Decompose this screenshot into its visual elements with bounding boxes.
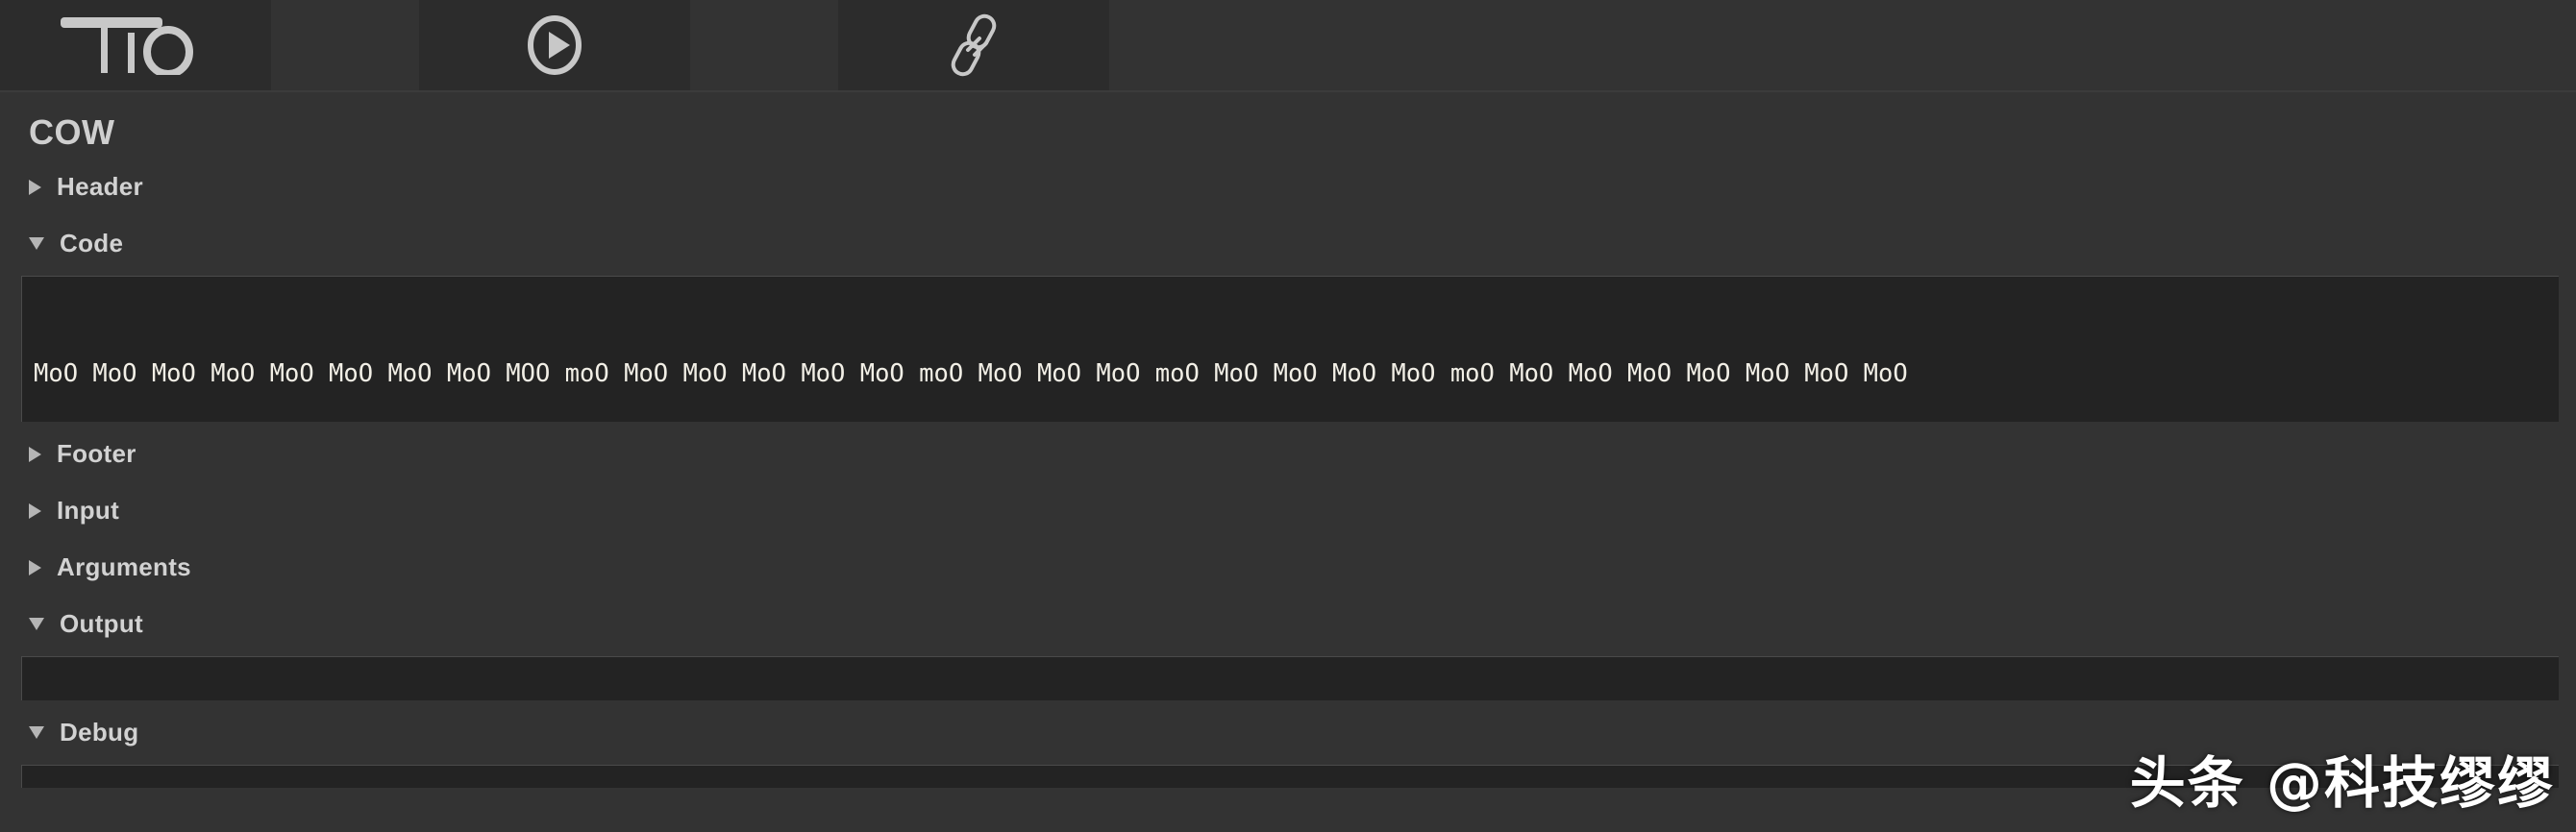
- section-code[interactable]: Code: [0, 215, 2576, 272]
- tio-logo-button[interactable]: [0, 0, 271, 90]
- section-debug-label: Debug: [60, 718, 139, 747]
- chevron-right-icon: [29, 559, 41, 575]
- toolbar-gap-3: [1109, 0, 2576, 90]
- top-toolbar: [0, 0, 2576, 92]
- tio-app: COW Header Code MoO MoO MoO MoO MoO MoO …: [0, 0, 2576, 832]
- chevron-right-icon: [29, 502, 41, 519]
- chevron-down-icon: [29, 618, 44, 631]
- link-button[interactable]: [838, 0, 1109, 90]
- section-input-label: Input: [57, 496, 120, 526]
- debug-pane[interactable]: [21, 765, 2559, 789]
- section-debug[interactable]: Debug: [0, 704, 2576, 761]
- chevron-right-icon: [29, 446, 41, 462]
- output-pane[interactable]: Hello, World!: [21, 656, 2559, 701]
- section-footer[interactable]: Footer: [0, 426, 2576, 482]
- section-output-label: Output: [60, 609, 143, 639]
- section-output[interactable]: Output: [0, 596, 2576, 652]
- chevron-down-icon: [29, 237, 44, 251]
- link-chain-icon: [943, 12, 1004, 79]
- play-circle-icon: [524, 14, 585, 76]
- code-line: MoO MoO MoO MoO MoO MoO MoO MoO MOO moO …: [34, 359, 1908, 389]
- toolbar-gap-1: [271, 0, 419, 90]
- section-header-label: Header: [57, 172, 143, 202]
- section-code-label: Code: [60, 229, 124, 258]
- chevron-down-icon: [29, 726, 44, 740]
- section-arguments[interactable]: Arguments: [0, 539, 2576, 596]
- chevron-right-icon: [29, 179, 41, 195]
- section-arguments-label: Arguments: [57, 552, 191, 582]
- section-footer-label: Footer: [57, 439, 136, 469]
- run-button[interactable]: [419, 0, 690, 90]
- code-editor[interactable]: MoO MoO MoO MoO MoO MoO MoO MoO MOO moO …: [21, 276, 2559, 423]
- tio-logo-icon: [55, 15, 216, 75]
- section-header[interactable]: Header: [0, 159, 2576, 215]
- toolbar-gap-2: [690, 0, 838, 90]
- section-input[interactable]: Input: [0, 482, 2576, 539]
- language-title: COW: [29, 112, 115, 152]
